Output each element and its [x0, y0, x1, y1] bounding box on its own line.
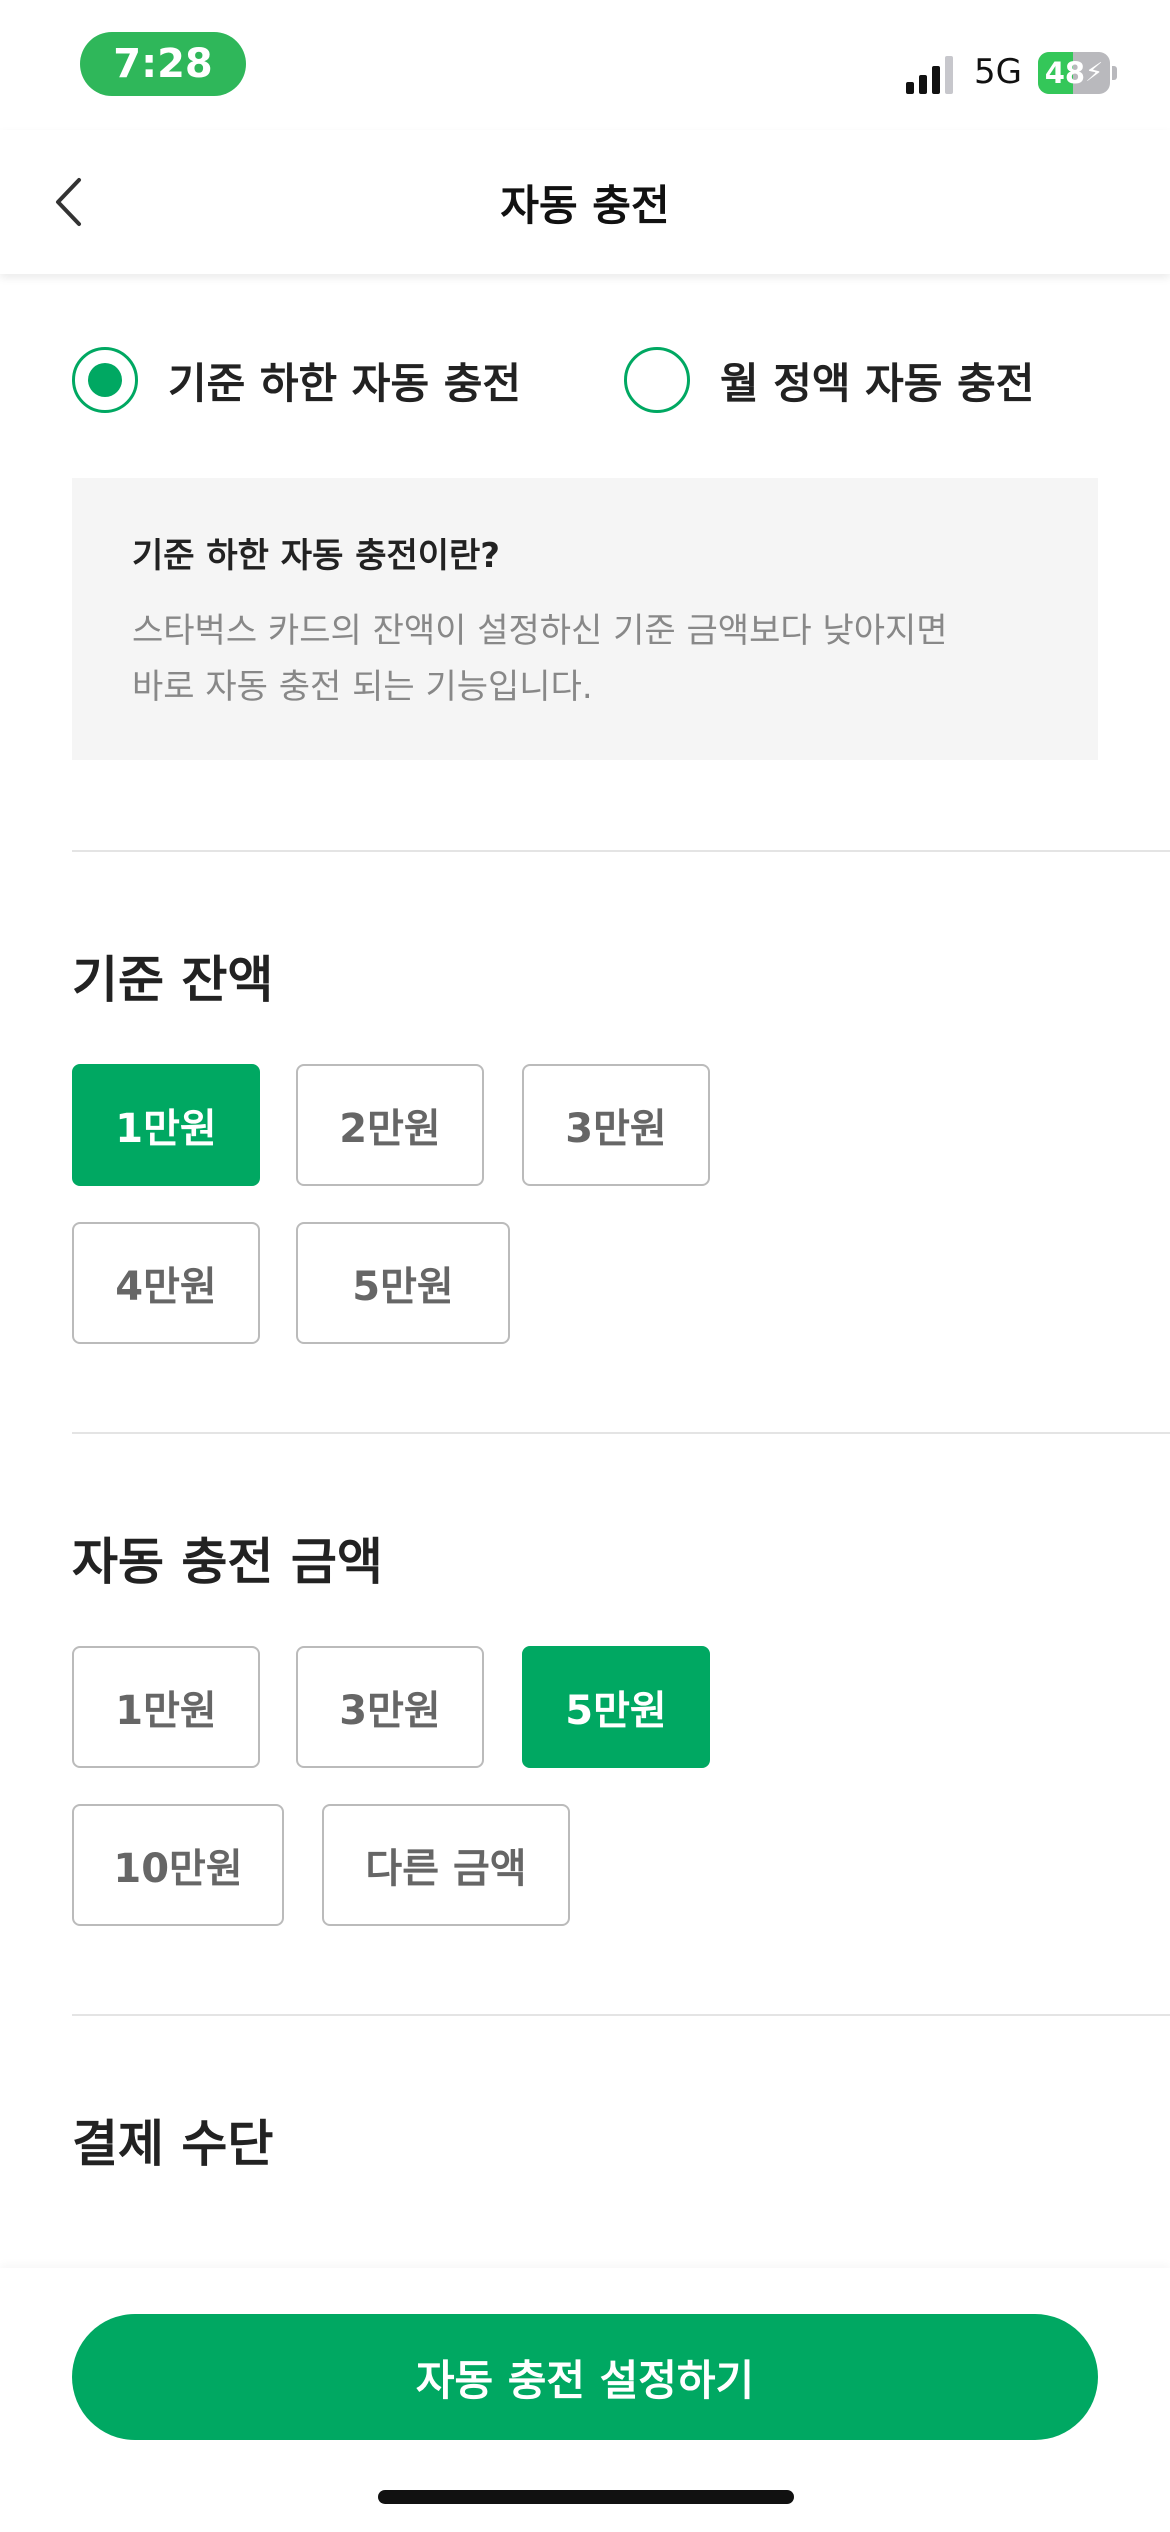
network-type: 5G — [974, 52, 1022, 92]
radio-monthly-charge[interactable]: 월 정액 자동 충전 — [624, 340, 1034, 420]
radio-checked-icon — [72, 347, 138, 413]
payment-section-title: 결제 수단 — [72, 2115, 274, 2173]
divider — [72, 1432, 1170, 1434]
info-title: 기준 하한 자동 충전이란? — [132, 536, 501, 576]
battery-icon: 48 ⚡ — [1038, 52, 1118, 94]
nav-header: 자동 충전 — [0, 130, 1170, 274]
radio-unchecked-icon — [624, 347, 690, 413]
amount-option-3[interactable]: 3만원 — [296, 1646, 484, 1768]
charge-amount-section-title: 자동 충전 금액 — [72, 1533, 383, 1591]
divider — [72, 850, 1170, 852]
divider — [72, 2014, 1170, 2016]
back-button[interactable] — [36, 170, 100, 234]
info-line: 스타벅스 카드의 잔액이 설정하신 기준 금액보다 낮아지면 — [132, 611, 948, 651]
amount-option-10[interactable]: 10만원 — [72, 1804, 284, 1926]
charging-bolt-icon: ⚡ — [1085, 58, 1104, 88]
threshold-section-title: 기준 잔액 — [72, 951, 274, 1009]
amount-option-1[interactable]: 1만원 — [72, 1646, 260, 1768]
page-title: 자동 충전 — [500, 180, 670, 230]
radio-label: 월 정액 자동 충전 — [720, 358, 1035, 408]
home-indicator[interactable] — [378, 2490, 794, 2504]
info-line: 바로 자동 충전 되는 기능입니다. — [132, 667, 593, 707]
status-bar: 7:28 5G 48 ⚡ — [0, 0, 1170, 130]
threshold-option-2[interactable]: 2만원 — [296, 1064, 484, 1186]
amount-option-custom[interactable]: 다른 금액 — [322, 1804, 570, 1926]
info-box: 기준 하한 자동 충전이란? 스타벅스 카드의 잔액이 설정하신 기준 금액보다… — [72, 478, 1098, 760]
charge-type-radio-group: 기준 하한 자동 충전 — [72, 340, 521, 420]
amount-option-5[interactable]: 5만원 — [522, 1646, 710, 1768]
status-time: 7:28 — [80, 32, 246, 96]
set-auto-charge-button[interactable]: 자동 충전 설정하기 — [72, 2314, 1098, 2440]
threshold-option-1[interactable]: 1만원 — [72, 1064, 260, 1186]
radio-threshold-charge[interactable]: 기준 하한 자동 충전 — [72, 340, 521, 420]
info-description: 스타벅스 카드의 잔액이 설정하신 기준 금액보다 낮아지면 바로 자동 충전 … — [132, 603, 1038, 715]
threshold-option-3[interactable]: 3만원 — [522, 1064, 710, 1186]
battery-percent: 48 ⚡ — [1044, 56, 1104, 90]
radio-label: 기준 하한 자동 충전 — [168, 358, 521, 408]
threshold-option-4[interactable]: 4만원 — [72, 1222, 260, 1344]
cellular-signal-icon — [906, 56, 953, 94]
threshold-option-5[interactable]: 5만원 — [296, 1222, 510, 1344]
chevron-left-icon — [56, 178, 81, 226]
